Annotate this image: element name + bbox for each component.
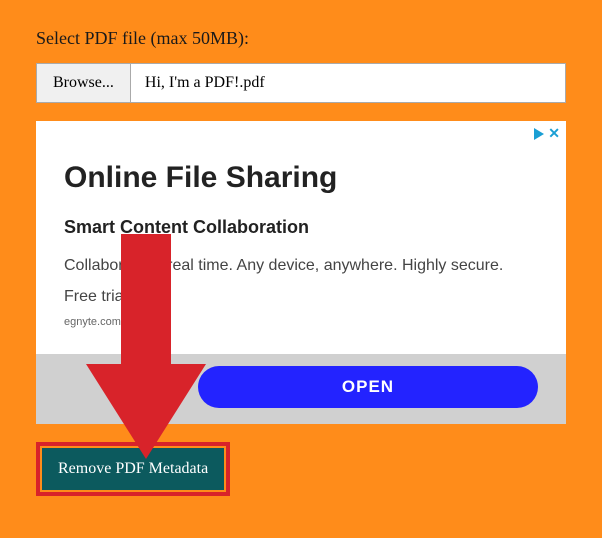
- close-ad-icon[interactable]: ✕: [548, 125, 560, 142]
- file-input-row: Browse... Hi, I'm a PDF!.pdf: [36, 63, 566, 103]
- highlight-box: Remove PDF Metadata: [36, 442, 230, 496]
- browse-button[interactable]: Browse...: [36, 63, 131, 103]
- ad-badge: ✕: [534, 125, 560, 142]
- action-row: Remove PDF Metadata: [36, 442, 230, 496]
- ad-body-line2: Free trial!: [64, 285, 538, 308]
- ad-footer: OPEN: [36, 354, 566, 424]
- ad-headline[interactable]: Online File Sharing: [64, 161, 538, 195]
- remove-metadata-button[interactable]: Remove PDF Metadata: [42, 448, 224, 490]
- ad-body-line1: Collaborate in real time. Any device, an…: [64, 254, 538, 277]
- ad-subheadline: Smart Content Collaboration: [64, 217, 538, 238]
- file-select-label: Select PDF file (max 50MB):: [36, 28, 566, 49]
- ad-content: ✕ Online File Sharing Smart Content Coll…: [36, 121, 566, 354]
- ad-domain: egnyte.com: [64, 316, 538, 328]
- selected-filename[interactable]: Hi, I'm a PDF!.pdf: [131, 63, 566, 103]
- ad-container: ✕ Online File Sharing Smart Content Coll…: [36, 121, 566, 424]
- adchoices-icon[interactable]: [534, 128, 544, 140]
- ad-open-button[interactable]: OPEN: [198, 366, 538, 408]
